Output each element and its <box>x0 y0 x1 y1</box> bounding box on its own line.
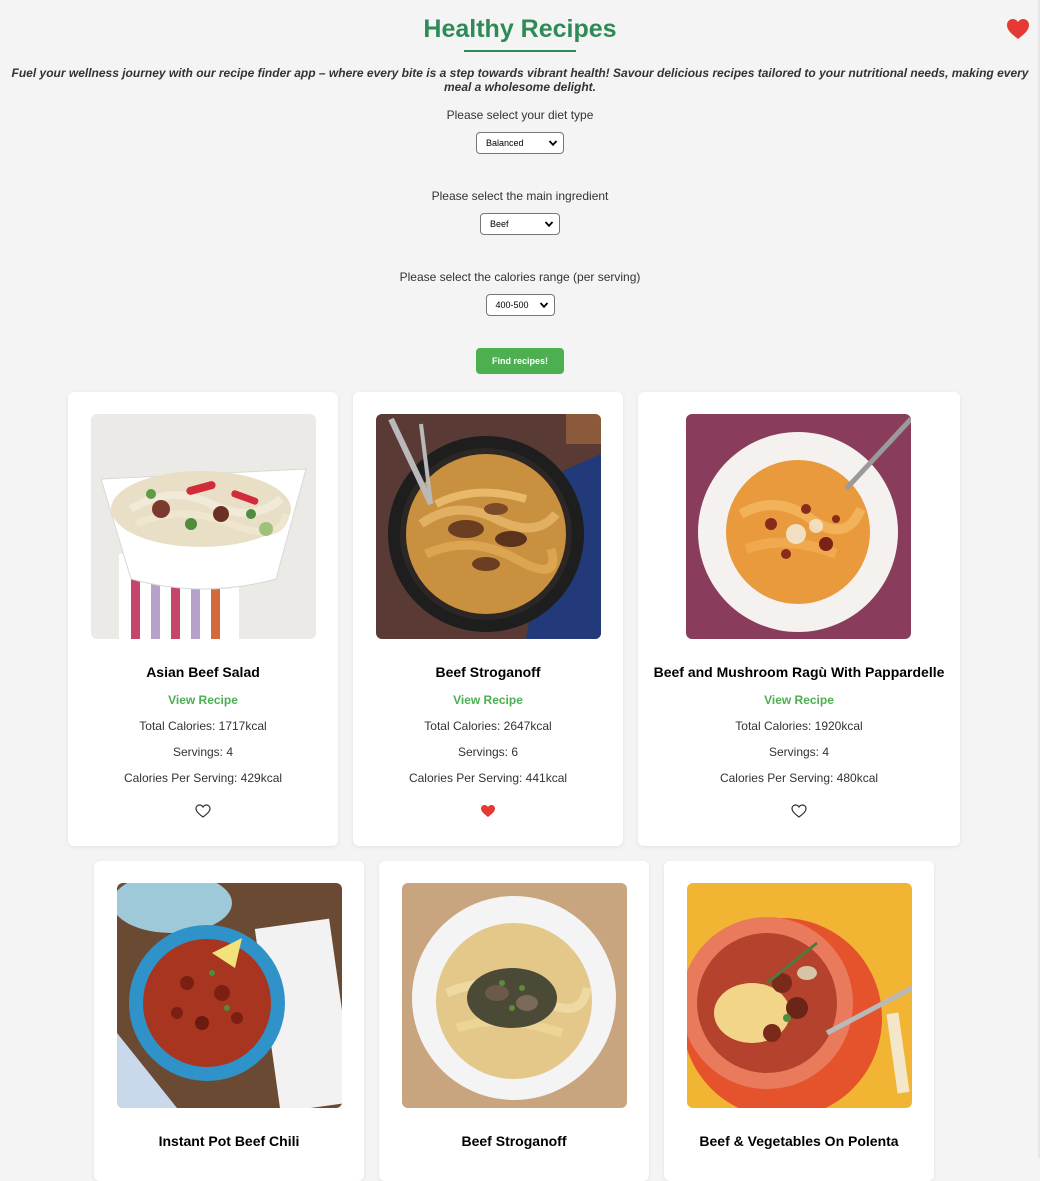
recipe-image[interactable] <box>686 414 911 639</box>
recipe-name: Beef Stroganoff <box>461 1133 567 1149</box>
heart-filled-icon[interactable] <box>480 804 496 818</box>
chevron-down-icon <box>539 302 548 309</box>
calories-range-label: Please select the calories range (per se… <box>399 270 641 284</box>
recipe-image[interactable] <box>687 883 912 1108</box>
total-calories: Total Calories: 1717kcal <box>139 719 267 733</box>
chevron-down-icon <box>544 221 554 228</box>
page-header: Healthy Recipes <box>0 0 1040 52</box>
recipe-image[interactable] <box>117 883 342 1108</box>
calories-per-serving: Calories Per Serving: 429kcal <box>123 771 283 785</box>
calories-per-serving: Calories Per Serving: 441kcal <box>408 771 568 785</box>
total-calories: Total Calories: 2647kcal <box>424 719 552 733</box>
recipe-name: Instant Pot Beef Chili <box>158 1133 300 1149</box>
find-recipes-button[interactable]: Find recipes! <box>476 348 564 374</box>
recipe-image[interactable] <box>376 414 601 639</box>
recipe-card: Asian Beef Salad View Recipe Total Calor… <box>68 392 338 846</box>
recipe-card: Beef Stroganoff <box>379 861 649 1181</box>
recipe-image[interactable] <box>91 414 316 639</box>
calories-range-value: 400-500 <box>495 300 529 310</box>
recipe-card: Beef Stroganoff View Recipe Total Calori… <box>353 392 623 846</box>
main-ingredient-label: Please select the main ingredient <box>431 189 609 203</box>
diet-type-select[interactable]: Balanced <box>476 132 564 154</box>
main-ingredient-value: Beef <box>490 219 509 229</box>
heart-outline-icon[interactable] <box>791 804 807 818</box>
heart-icon[interactable] <box>1006 18 1030 40</box>
calories-range-select[interactable]: 400-500 <box>485 294 555 316</box>
page-title: Healthy Recipes <box>423 15 617 43</box>
servings: Servings: 4 <box>172 745 234 759</box>
main-ingredient-select[interactable]: Beef <box>480 213 560 235</box>
recipe-search-form: Please select your diet type Balanced Pl… <box>0 108 1040 374</box>
recipe-name: Beef Stroganoff <box>435 664 541 680</box>
calories-per-serving: Calories Per Serving: 480kcal <box>719 771 879 785</box>
chevron-down-icon <box>548 140 558 147</box>
total-calories: Total Calories: 1920kcal <box>735 719 863 733</box>
view-recipe-link[interactable]: View Recipe <box>638 693 960 707</box>
servings: Servings: 4 <box>768 745 830 759</box>
recipe-name: Beef and Mushroom Ragù With Pappardelle <box>653 664 945 680</box>
view-recipe-link[interactable]: View Recipe <box>68 693 338 707</box>
view-recipe-link[interactable]: View Recipe <box>353 693 623 707</box>
diet-type-value: Balanced <box>486 138 524 148</box>
title-underline <box>464 50 576 52</box>
recipe-card: Beef and Mushroom Ragù With Pappardelle … <box>638 392 960 846</box>
recipe-name: Asian Beef Salad <box>146 664 260 680</box>
diet-type-label: Please select your diet type <box>446 108 594 122</box>
recipe-card: Beef & Vegetables On Polenta <box>664 861 934 1181</box>
servings: Servings: 6 <box>457 745 519 759</box>
heart-outline-icon[interactable] <box>195 804 211 818</box>
recipe-image[interactable] <box>402 883 627 1108</box>
recipe-card: Instant Pot Beef Chili <box>94 861 364 1181</box>
recipe-name: Beef & Vegetables On Polenta <box>699 1133 899 1149</box>
tagline: Fuel your wellness journey with our reci… <box>11 66 1029 94</box>
